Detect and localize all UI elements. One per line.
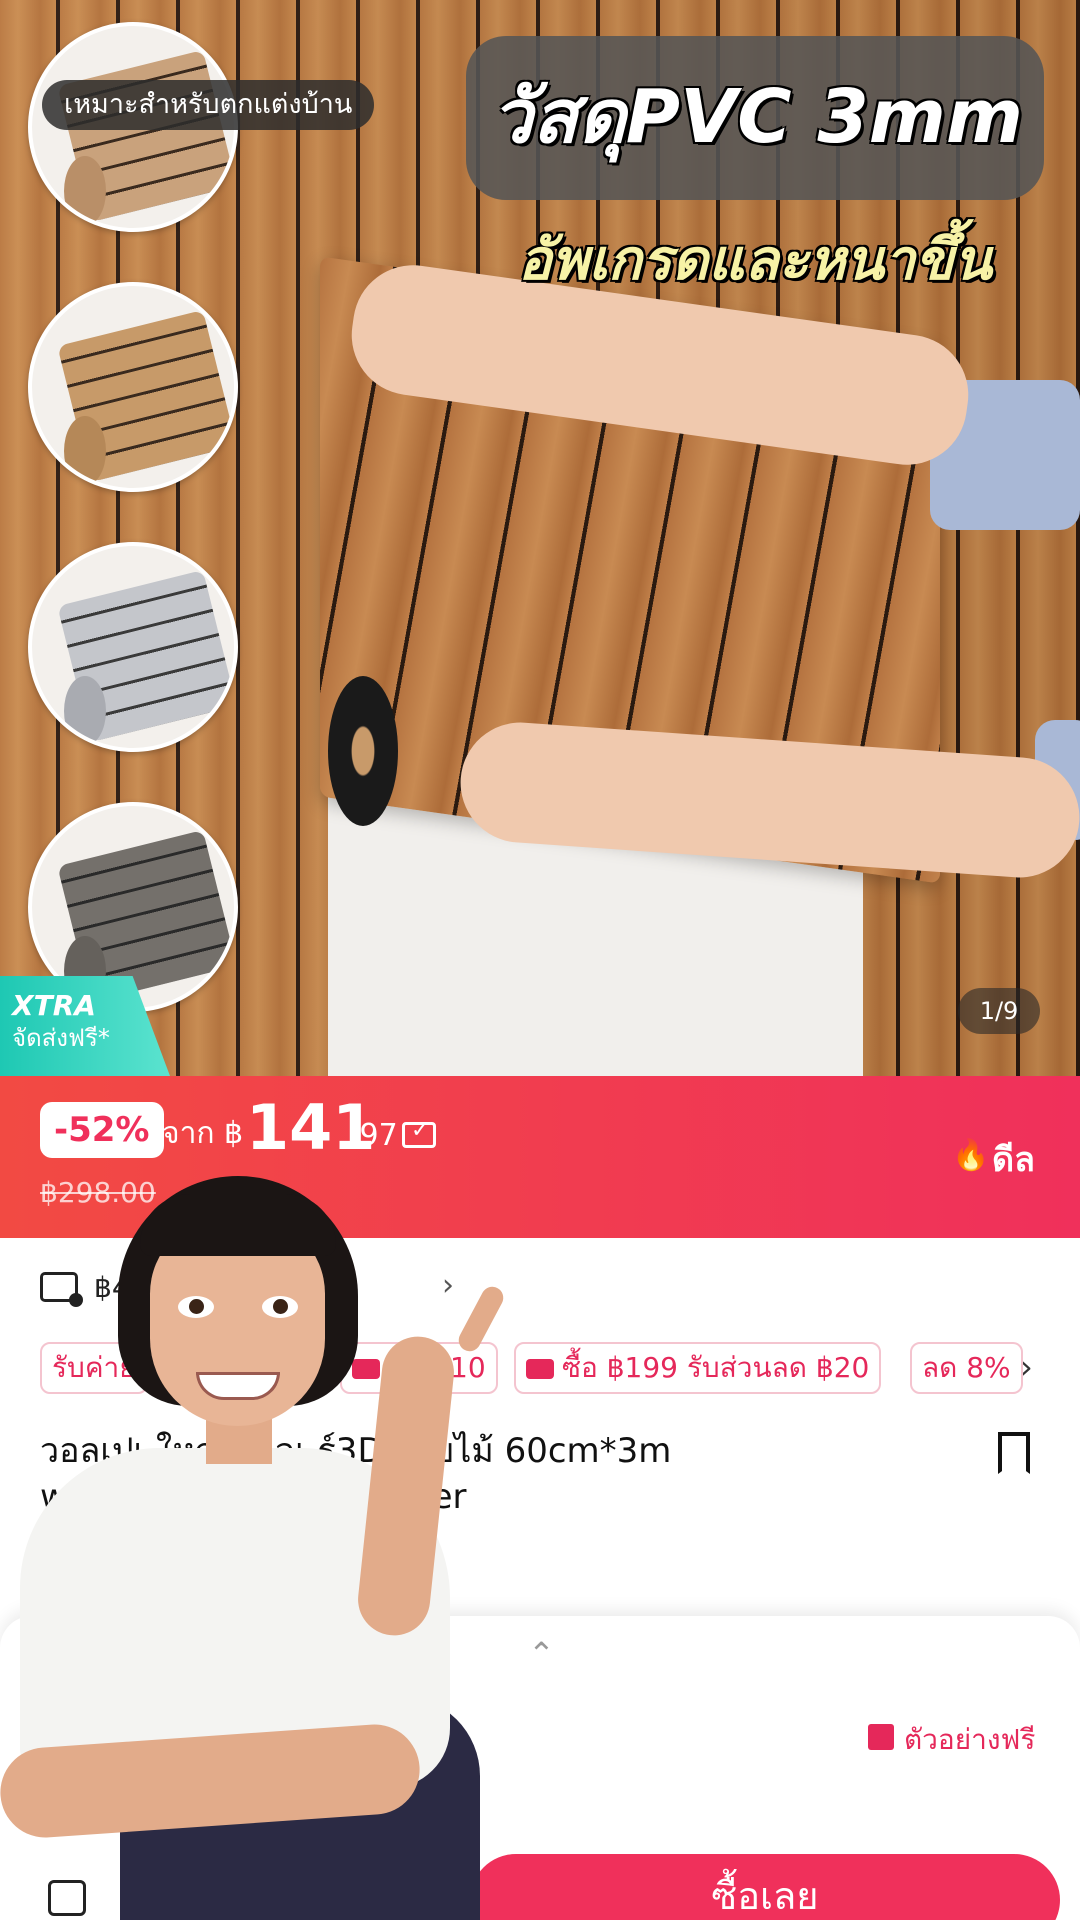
chevron-right-icon[interactable]: › <box>442 1266 454 1306</box>
variant-thumbnail[interactable] <box>28 282 238 492</box>
voucher-chip-label: ลด ฿10 <box>388 1351 486 1384</box>
price-decimal: .97 <box>350 1118 398 1153</box>
voucher-chip[interactable]: ลด ฿10 <box>340 1342 498 1394</box>
decor-tag: เหมาะสำหรับตกแต่งบ้าน <box>42 80 375 130</box>
source-label: แหล่ง <box>70 1747 138 1780</box>
deal-label: ดีล <box>992 1140 1035 1180</box>
paylater-icon <box>40 1272 83 1307</box>
image-counter: 1/9 <box>958 988 1040 1034</box>
roll-cap <box>64 676 106 746</box>
bookmark-icon[interactable] <box>998 1432 1030 1474</box>
price-band: -52% จาก ฿ 141 .97 ฿298.00 🔥 ดีล <box>0 1076 1080 1238</box>
subheadline: อัพเกรดและหนาขึ้น <box>518 228 992 293</box>
voucher-chip-label: ลด 8% <box>922 1351 1011 1384</box>
paylater-text[interactable]: ฿4 yLater <box>94 1268 228 1308</box>
presenter-mouth <box>196 1372 280 1400</box>
voucher-chip[interactable]: รับค่าย <box>40 1342 148 1394</box>
currency-symbol: ฿ <box>224 1116 244 1151</box>
voucher-chip-label: รับค่าย <box>52 1351 136 1384</box>
ticket-icon <box>352 1359 380 1379</box>
presenter-face <box>150 1216 325 1426</box>
screen: เหมาะสำหรับตกแต่งบ้าน วัสดุPVC 3mm อัพเก… <box>0 0 1080 1920</box>
voucher-icon[interactable] <box>402 1118 436 1148</box>
gift-icon <box>868 1724 894 1750</box>
free-sample-link[interactable]: ตัวอย่างฟรี <box>904 1718 1035 1762</box>
voucher-chip[interactable]: ลด 8% <box>910 1342 1023 1394</box>
wallpaper-roll <box>328 676 398 826</box>
original-price: ฿298.00 <box>40 1176 156 1209</box>
product-image-carousel[interactable]: เหมาะสำหรับตกแต่งบ้าน วัสดุPVC 3mm อัพเก… <box>0 0 1080 1076</box>
roll-cap <box>64 416 106 486</box>
ticket-icon <box>526 1359 554 1379</box>
buy-now-button[interactable]: ซื้อเลย <box>470 1854 1060 1920</box>
headline: วัสดุPVC 3mm <box>490 74 1024 160</box>
discount-badge: -52% <box>40 1102 164 1158</box>
xtra-subtitle: จัดส่งฟรี* <box>12 1024 110 1052</box>
variant-thumbnail[interactable] <box>28 542 238 752</box>
flame-icon: 🔥 <box>952 1138 990 1173</box>
roll-cap <box>64 156 106 226</box>
expand-chevron-icon[interactable]: ⌃ <box>528 1634 555 1674</box>
product-title: วอลเปเ ใหญ่ วอลเ ร์3D ลายไม้ 60cm*3m w ต… <box>40 1431 672 1517</box>
store-icon[interactable] <box>48 1880 86 1916</box>
presenter-eye <box>262 1296 298 1318</box>
from-label: จาก <box>162 1116 215 1151</box>
voucher-chip-label: ซื้อ ฿199 รับส่วนลด ฿20 <box>562 1351 870 1384</box>
voucher-chip[interactable]: ซื้อ ฿199 รับส่วนลด ฿20 <box>514 1342 882 1394</box>
chevron-right-icon[interactable]: › <box>1020 1348 1033 1386</box>
